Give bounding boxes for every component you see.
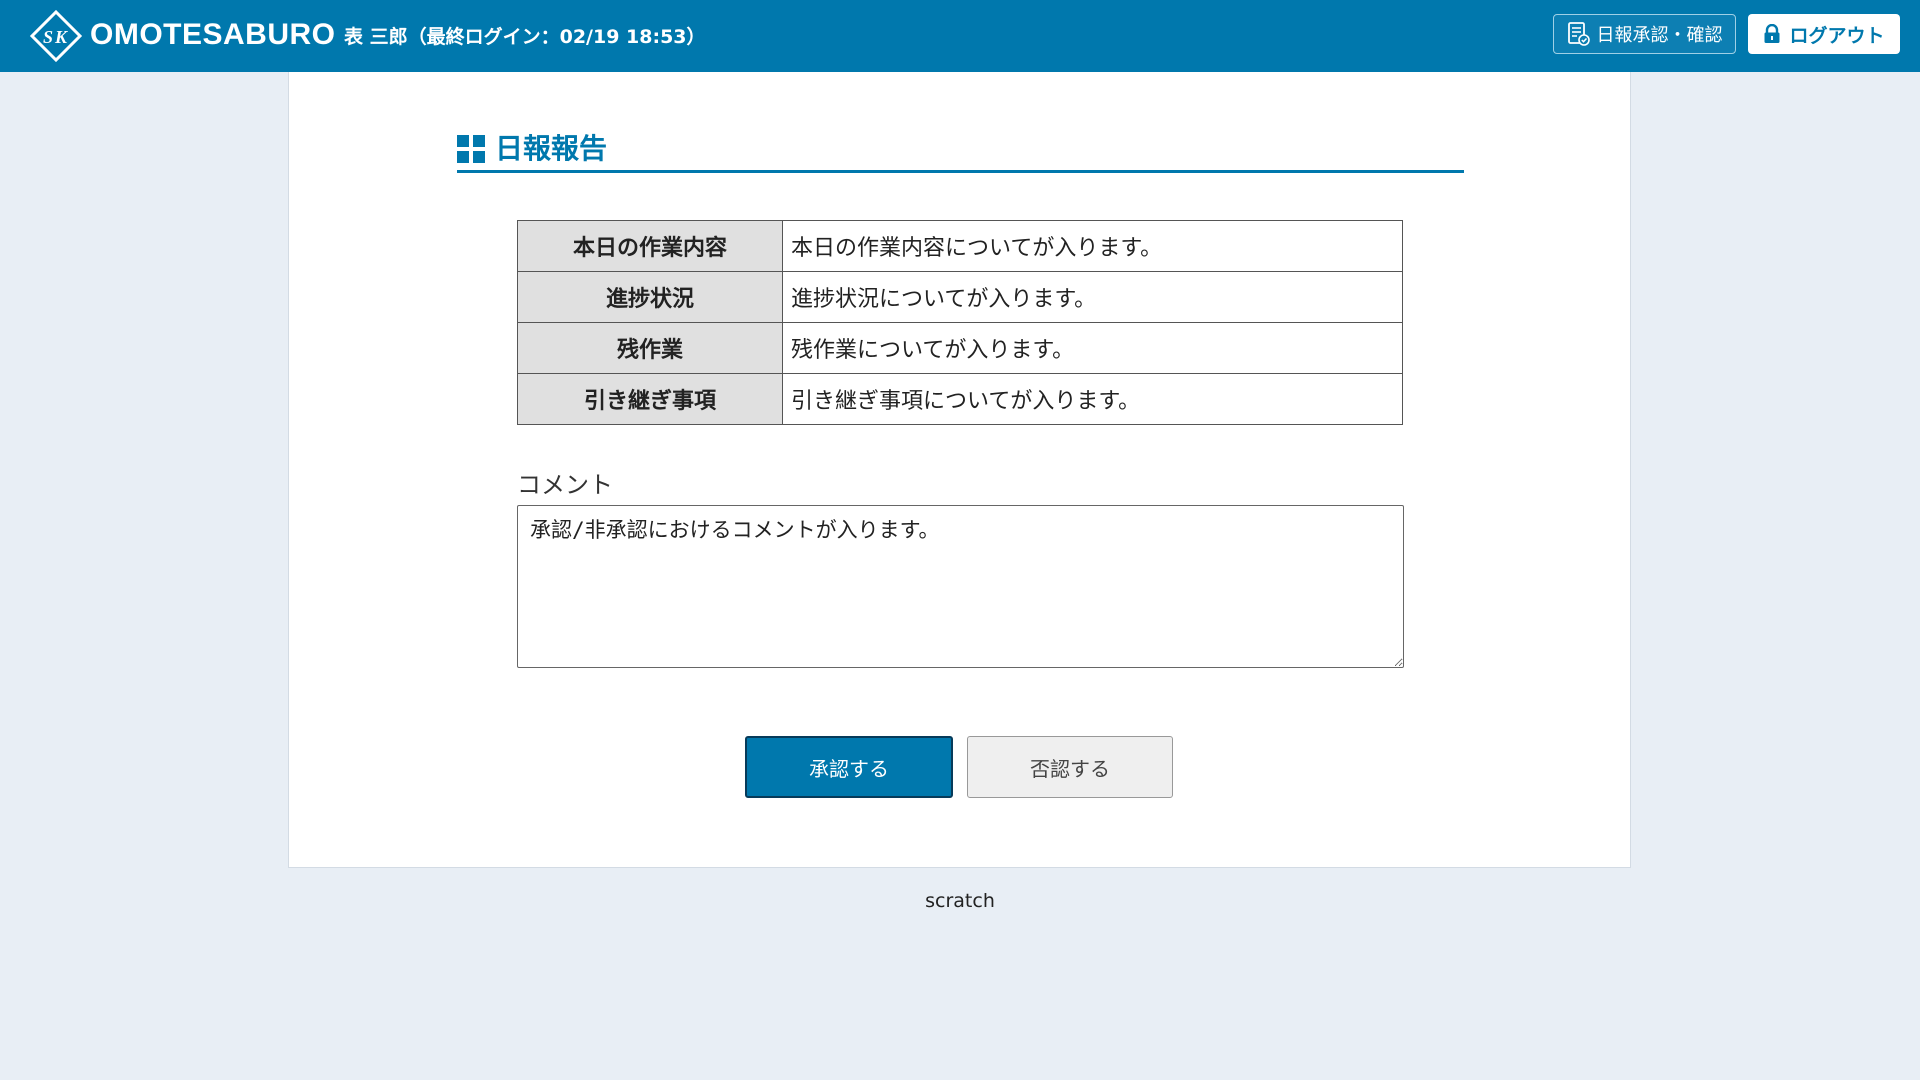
- document-check-icon: [1567, 22, 1590, 46]
- approve-button[interactable]: 承認する: [745, 736, 953, 798]
- report-table: 本日の作業内容 本日の作業内容についてが入ります。 進捗状況 進捗状況についてが…: [517, 220, 1403, 425]
- logout-button[interactable]: ログアウト: [1748, 14, 1900, 54]
- top-header: S K OMOTESABURO 表 三郎（最終ログイン：02/19 18:53）…: [0, 0, 1920, 72]
- approval-nav-label: 日報承認・確認: [1596, 25, 1723, 46]
- svg-text:S: S: [43, 27, 53, 47]
- table-row: 残作業 残作業についてが入ります。: [517, 322, 1403, 374]
- logout-label: ログアウト: [1789, 24, 1885, 47]
- table-row: 進捗状況 進捗状況についてが入ります。: [517, 271, 1403, 323]
- brand-name[interactable]: OMOTESABURO: [90, 16, 336, 54]
- logo-icon[interactable]: S K: [30, 10, 82, 62]
- footer-text: scratch: [925, 890, 995, 912]
- section-header: 日報報告: [457, 124, 1464, 173]
- row-value-handover: 引き継ぎ事項についてが入ります。: [782, 373, 1403, 425]
- reject-button[interactable]: 否認する: [967, 736, 1173, 798]
- svg-text:K: K: [54, 27, 69, 47]
- row-value-work-content: 本日の作業内容についてが入ります。: [782, 220, 1403, 272]
- daily-report-approval-nav-button[interactable]: 日報承認・確認: [1553, 14, 1736, 54]
- table-row: 引き継ぎ事項 引き継ぎ事項についてが入ります。: [517, 373, 1403, 425]
- main-panel: 日報報告 本日の作業内容 本日の作業内容についてが入ります。 進捗状況 進捗状況…: [288, 72, 1631, 868]
- grid-icon: [457, 135, 485, 163]
- row-value-progress: 進捗状況についてが入ります。: [782, 271, 1403, 323]
- page-title: 日報報告: [495, 132, 608, 165]
- row-label-work-content: 本日の作業内容: [517, 220, 783, 272]
- row-label-handover: 引き継ぎ事項: [517, 373, 783, 425]
- comment-textarea[interactable]: 承認/非承認におけるコメントが入ります。: [517, 505, 1404, 668]
- table-row: 本日の作業内容 本日の作業内容についてが入ります。: [517, 220, 1403, 272]
- lock-icon: [1764, 24, 1780, 43]
- comment-label: コメント: [517, 471, 613, 499]
- row-label-remaining-work: 残作業: [517, 322, 783, 374]
- user-login-info: 表 三郎（最終ログイン：02/19 18:53）: [344, 26, 706, 48]
- row-value-remaining-work: 残作業についてが入ります。: [782, 322, 1403, 374]
- row-label-progress: 進捗状況: [517, 271, 783, 323]
